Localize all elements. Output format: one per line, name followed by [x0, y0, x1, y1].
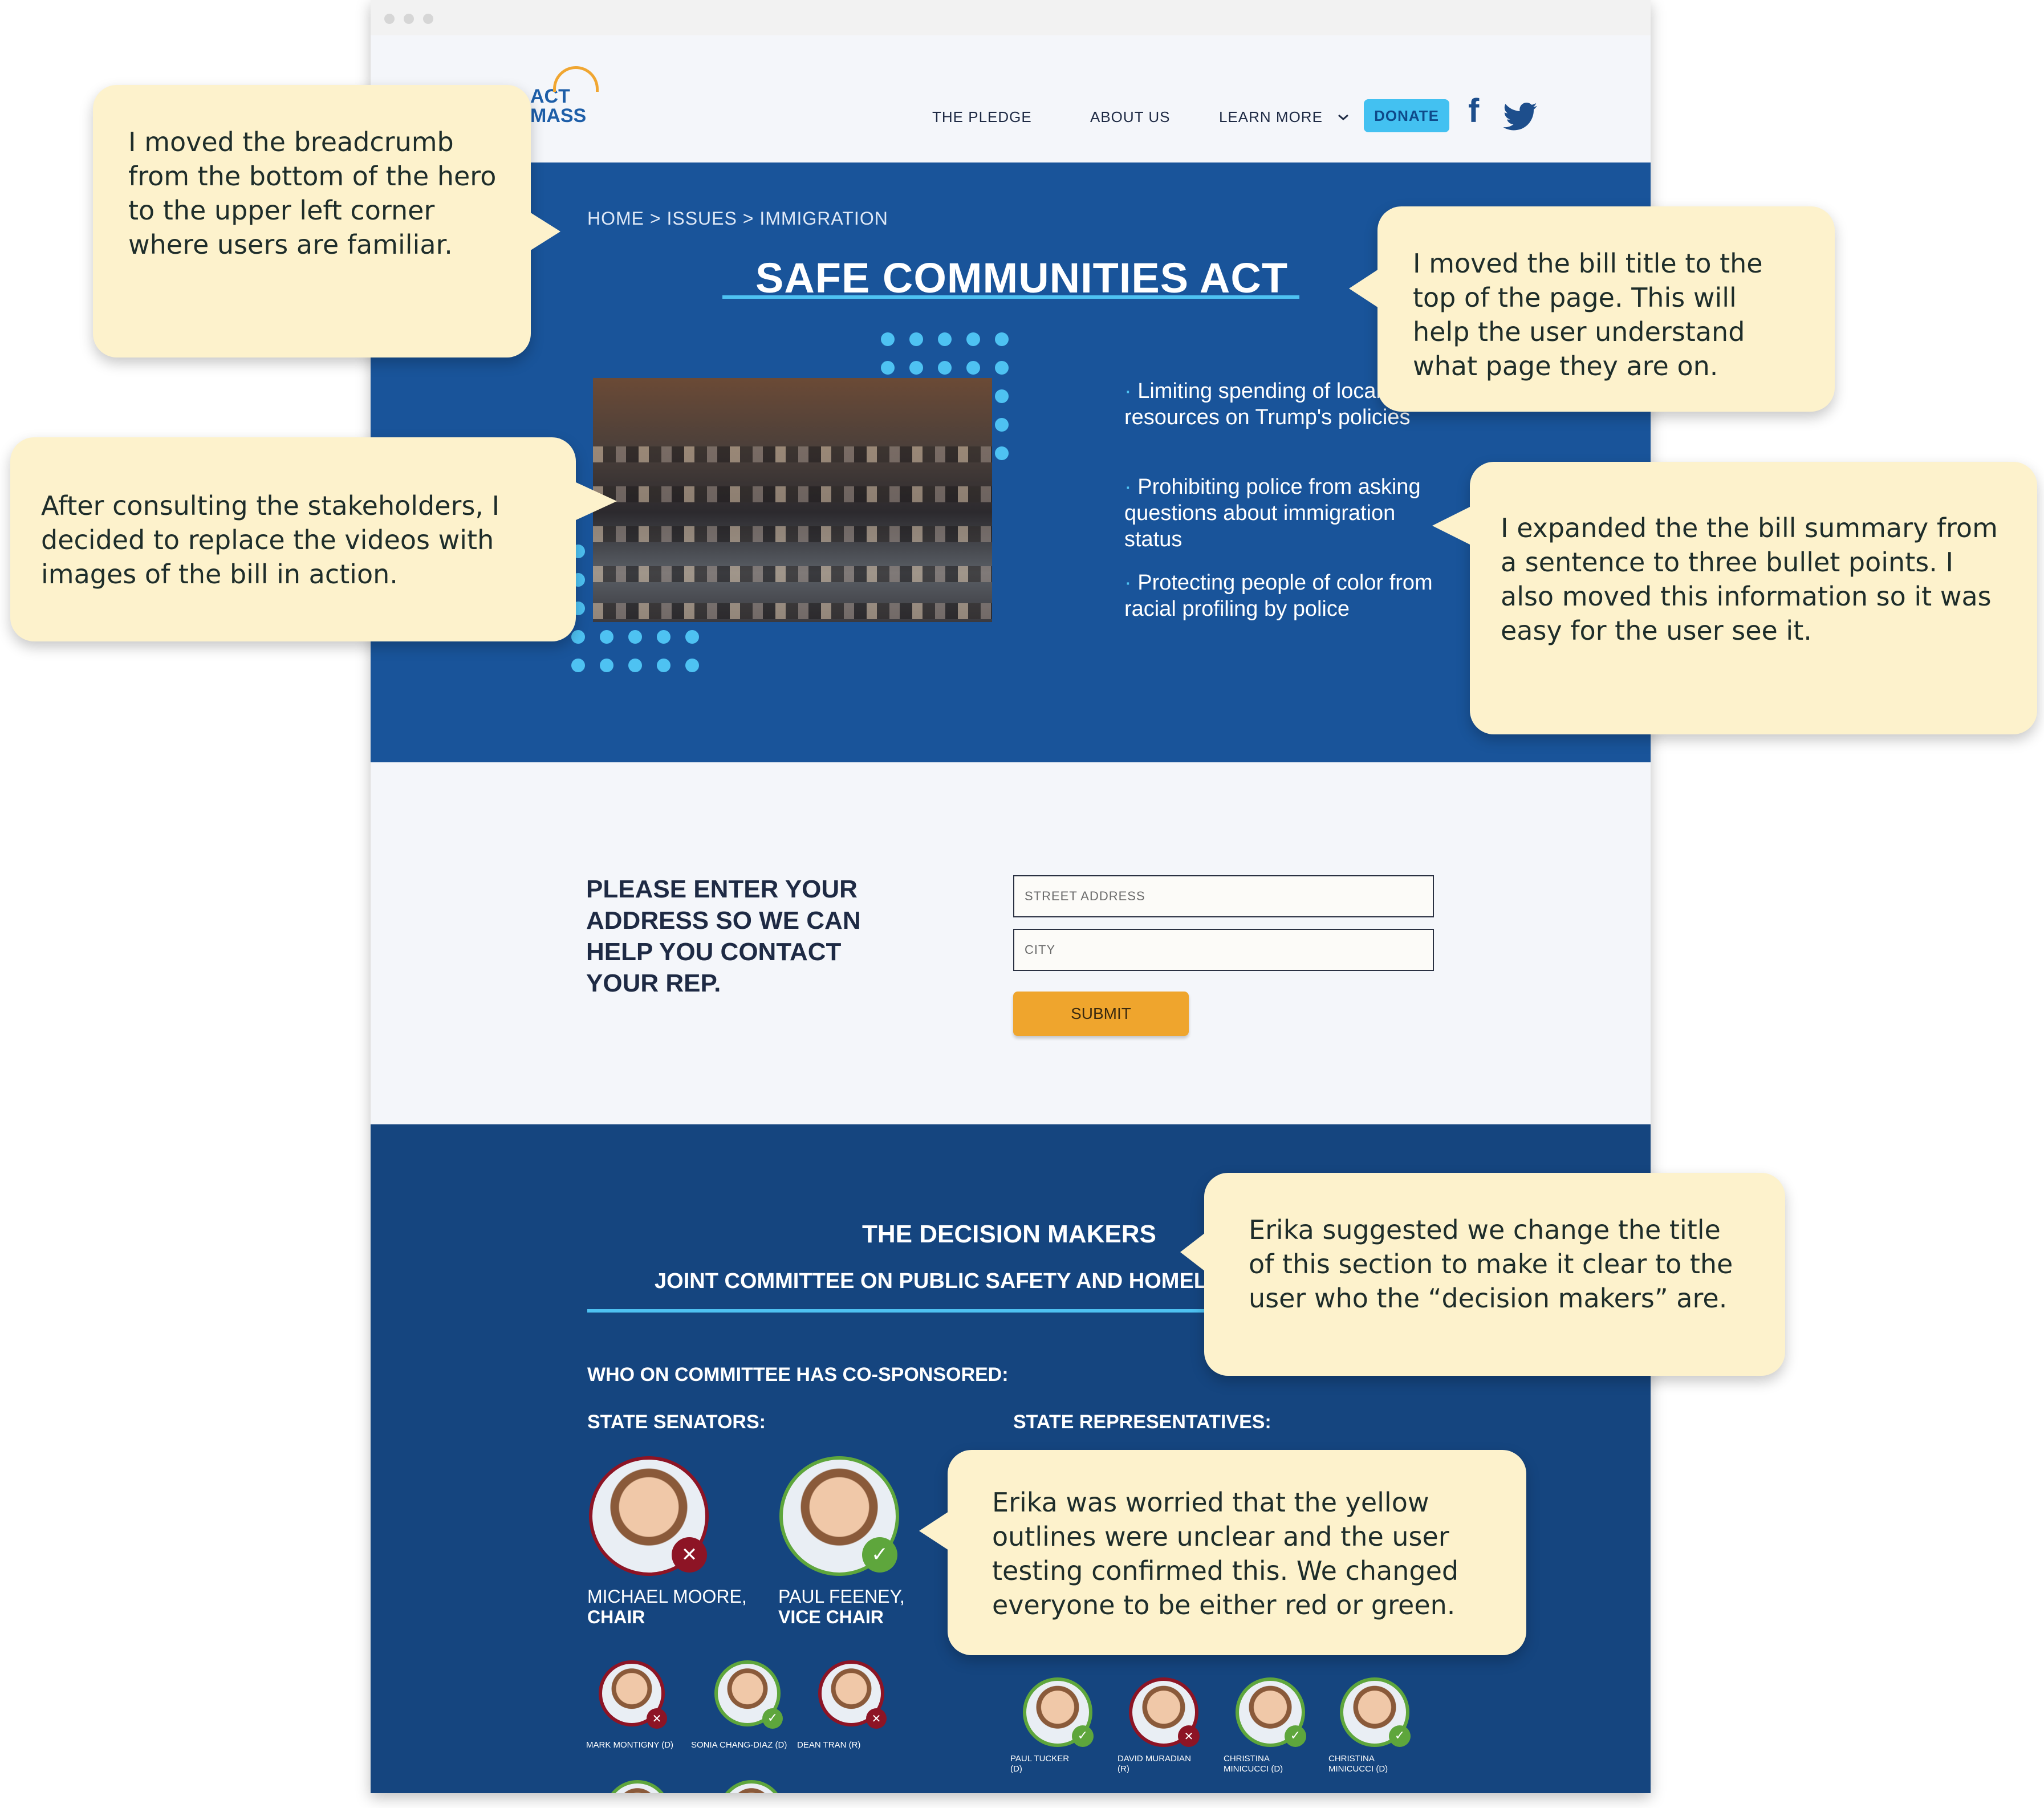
annotation-bill-title: I moved the bill title to the top of the… — [1377, 206, 1835, 412]
annotation-summary: I expanded the the bill summary from a s… — [1470, 462, 2037, 734]
site-logo[interactable]: ACT MASS — [530, 66, 599, 127]
section-title: THE DECISION MAKERS — [862, 1220, 1156, 1248]
street-address-input[interactable] — [1014, 876, 1433, 916]
breadcrumb[interactable]: HOME > ISSUES > IMMIGRATION — [587, 208, 888, 229]
representatives-label: STATE REPRESENTATIVES: — [1013, 1411, 1271, 1433]
representative-name: CHRISTINA MINICUCCI (D) — [1328, 1754, 1388, 1774]
site-header: ACT MASS THE PLEDGE ABOUT US LEARN MORE … — [371, 35, 1651, 162]
logo-line-2: MASS — [530, 105, 587, 127]
dome-icon — [553, 66, 599, 92]
hero-photo — [593, 378, 992, 622]
annotation-text: Erika suggested we change the title of t… — [1249, 1214, 1733, 1314]
check-icon: ✓ — [762, 1708, 783, 1729]
x-icon: ✕ — [647, 1708, 667, 1729]
senator-name: MICHAEL MOORE, CHAIR — [587, 1586, 747, 1627]
annotation-pointer — [1349, 269, 1379, 308]
nav-link-learn-more[interactable]: LEARN MORE — [1219, 108, 1350, 126]
twitter-icon[interactable] — [1502, 103, 1539, 131]
annotation-breadcrumb: I moved the breadcrumb from the bottom o… — [93, 85, 531, 357]
avatar-partial[interactable] — [718, 1780, 785, 1793]
annotation-text: I expanded the the bill summary from a s… — [1501, 513, 1998, 646]
street-address-field[interactable] — [1013, 875, 1434, 917]
representative-name: DAVID MURADIAN (R) — [1118, 1754, 1191, 1774]
window-dot-icon — [404, 14, 414, 24]
annotation-text: I moved the bill title to the top of the… — [1413, 248, 1763, 381]
x-icon: ✕ — [1178, 1725, 1200, 1747]
annotation-pointer — [1432, 506, 1471, 545]
city-input[interactable] — [1014, 930, 1433, 970]
senator-name: PAUL FEENEY, VICE CHAIR — [778, 1586, 905, 1627]
chevron-down-icon — [1338, 114, 1349, 120]
check-icon: ✓ — [1285, 1725, 1306, 1747]
contact-rep-section: PLEASE ENTER YOUR ADDRESS SO WE CAN HELP… — [371, 762, 1651, 1124]
avatar-partial[interactable] — [604, 1780, 671, 1793]
annotation-images: After consulting the stakeholders, I dec… — [10, 437, 576, 641]
nav-link-learn-more-label: LEARN MORE — [1219, 108, 1323, 125]
donate-button[interactable]: DONATE — [1364, 99, 1449, 132]
check-icon: ✓ — [1072, 1725, 1094, 1747]
check-icon: ✓ — [862, 1537, 897, 1573]
window-chrome — [371, 0, 1651, 35]
x-icon: ✕ — [672, 1537, 707, 1573]
annotation-pointer — [1180, 1233, 1205, 1271]
bill-summary-bullet: · Prohibiting police from asking questio… — [1124, 475, 1421, 551]
bill-summary-bullet: · Protecting people of color from racial… — [1124, 571, 1433, 621]
senators-label: STATE SENATORS: — [587, 1411, 766, 1433]
senator-name: SONIA CHANG-DIAZ (D) — [691, 1740, 787, 1750]
window-dot-icon — [423, 14, 433, 24]
facebook-icon[interactable]: f — [1468, 94, 1479, 129]
annotation-section-title: Erika suggested we change the title of t… — [1204, 1173, 1785, 1376]
submit-button[interactable]: SUBMIT — [1013, 992, 1189, 1036]
annotation-pointer — [919, 1512, 949, 1550]
window-dot-icon — [384, 14, 395, 24]
x-icon: ✕ — [866, 1708, 887, 1729]
nav-link-about[interactable]: ABOUT US — [1090, 108, 1170, 126]
annotation-text: I moved the breadcrumb from the bottom o… — [128, 127, 497, 260]
form-heading: PLEASE ENTER YOUR ADDRESS SO WE CAN HELP… — [586, 875, 861, 997]
annotation-outlines: Erika was worried that the yellow outlin… — [948, 1450, 1526, 1655]
annotation-text: Erika was worried that the yellow outlin… — [992, 1487, 1459, 1620]
nav-link-pledge[interactable]: THE PLEDGE — [932, 108, 1032, 126]
title-underline — [722, 295, 1299, 299]
check-icon: ✓ — [1389, 1725, 1411, 1747]
annotation-pointer — [575, 482, 617, 521]
senator-name: MARK MONTIGNY (D) — [586, 1740, 674, 1750]
annotation-pointer — [530, 212, 560, 251]
representative-name: PAUL TUCKER (D) — [1010, 1754, 1070, 1774]
representative-name: CHRISTINA MINICUCCI (D) — [1224, 1754, 1283, 1774]
senator-name: DEAN TRAN (R) — [797, 1740, 861, 1750]
cosponsored-label: WHO ON COMMITTEE HAS CO-SPONSORED: — [587, 1364, 1009, 1386]
city-field[interactable] — [1013, 929, 1434, 971]
annotation-text: After consulting the stakeholders, I dec… — [41, 490, 500, 590]
